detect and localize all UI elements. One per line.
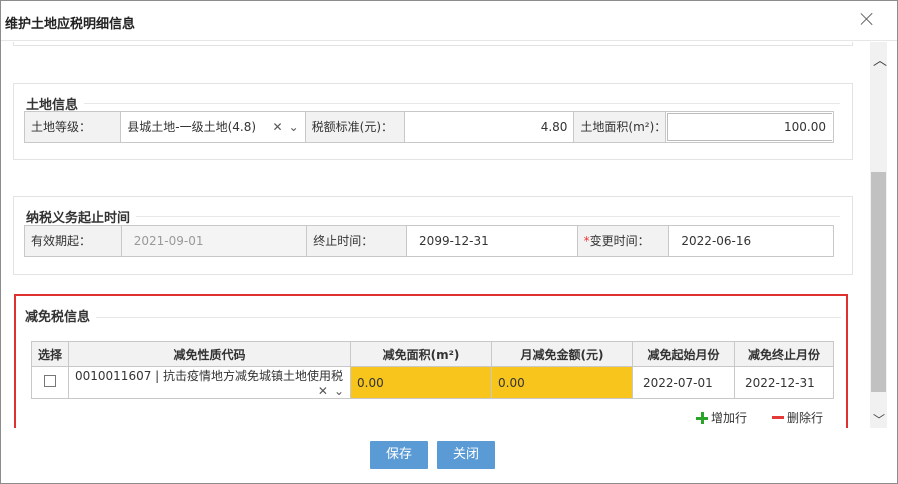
dialog-content: 土地信息 土地等级： 县城土地-一级土地(4.8) ✕ ⌄ 税额标准(元)： 4.… — [1, 42, 869, 428]
tax-rate-label: 税额标准(元)： — [305, 112, 405, 142]
change-date-label: *变更时间： — [577, 226, 670, 256]
vertical-scrollbar[interactable]: ︿ ﹀ — [870, 42, 887, 428]
land-grade-label: 土地等级： — [25, 112, 122, 142]
chevron-down-icon[interactable]: ⌄ — [289, 120, 299, 134]
scroll-thumb[interactable] — [871, 172, 886, 392]
land-info-row: 土地等级： 县城土地-一级土地(4.8) ✕ ⌄ 税额标准(元)： 4.80 土地… — [24, 111, 834, 143]
tax-period-row: 有效期起： 2021-09-01 终止时间： 2099-12-31 *变更时间：… — [24, 225, 834, 257]
highlight-frame — [14, 294, 848, 428]
clear-icon[interactable]: ✕ — [273, 120, 283, 134]
end-date-label: 终止时间： — [307, 226, 408, 256]
close-icon[interactable] — [859, 11, 875, 27]
previous-section-edge — [13, 42, 853, 46]
chevron-down-icon[interactable]: ﹀ — [873, 414, 885, 426]
start-date-label: 有效期起： — [25, 226, 122, 256]
land-area-input[interactable]: 100.00 — [667, 113, 832, 141]
start-date-field: 2021-09-01 — [121, 226, 308, 256]
change-date-field[interactable]: 2022-06-16 — [669, 226, 833, 256]
dialog-header: 维护土地应税明细信息 — [1, 1, 897, 41]
section-divider — [26, 103, 840, 104]
land-grade-value: 县城土地-一级土地(4.8) — [127, 120, 257, 134]
tax-rate-field[interactable]: 4.80 — [404, 112, 575, 142]
dialog: 维护土地应税明细信息 土地信息 土地等级： 县城土地-一级土地(4.8) ✕ ⌄ … — [0, 0, 898, 484]
close-button[interactable]: 关闭 — [437, 441, 495, 469]
dialog-title: 维护土地应税明细信息 — [5, 17, 136, 32]
chevron-up-icon[interactable]: ︿ — [873, 54, 887, 68]
tax-period-title: 纳税义务起止时间 — [26, 207, 137, 226]
land-grade-select[interactable]: 县城土地-一级土地(4.8) ✕ ⌄ — [121, 112, 306, 142]
end-date-field[interactable]: 2099-12-31 — [407, 226, 578, 256]
section-divider — [26, 216, 840, 217]
land-area-label: 土地面积(m²)： — [574, 112, 667, 142]
save-button[interactable]: 保存 — [370, 441, 428, 469]
